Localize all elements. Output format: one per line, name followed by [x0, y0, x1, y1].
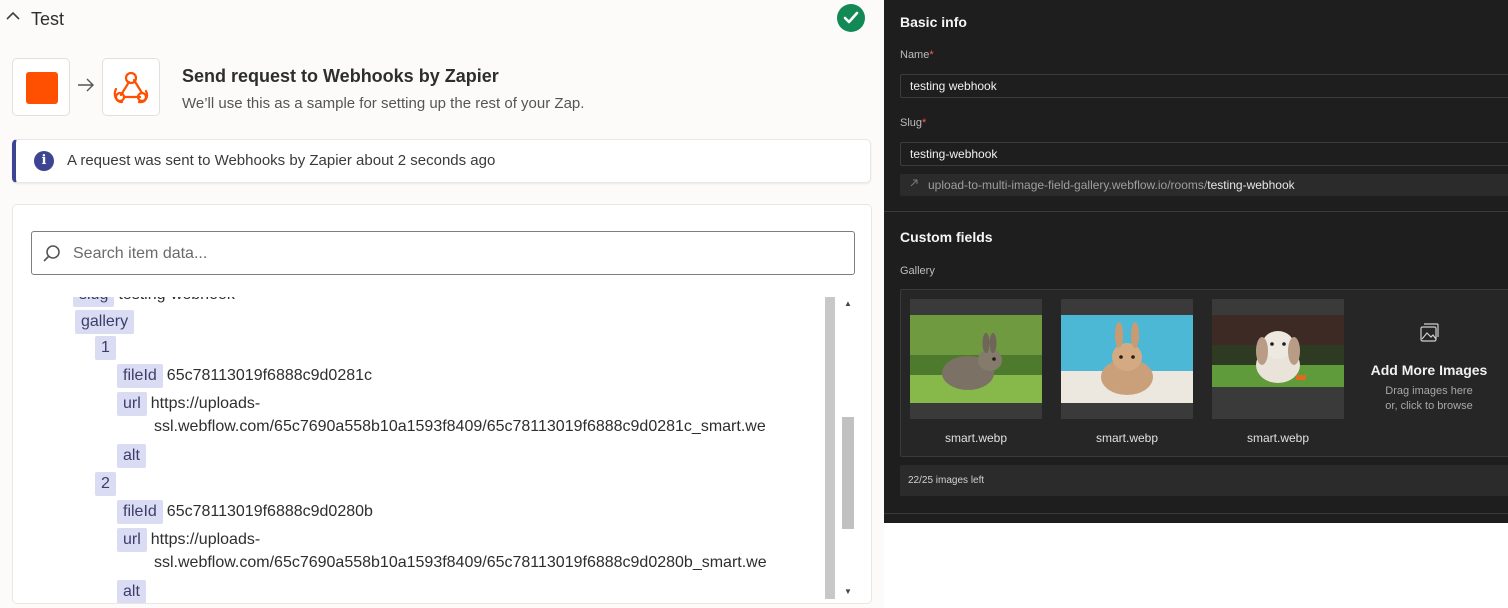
scroll-up-arrow-icon[interactable]: ▲ [844, 299, 852, 308]
tree-row-gallery[interactable]: gallery [75, 310, 138, 334]
tree-value: testing-webhook [118, 297, 235, 303]
add-more-hint-line2: or, click to browse [1385, 400, 1473, 412]
image-upload-icon [1420, 323, 1439, 342]
name-label-text: Name [900, 49, 930, 61]
step-subtitle: We’ll use this as a sample for setting u… [182, 95, 585, 112]
slug-label-text: Slug [900, 117, 923, 129]
tree-key: gallery [75, 310, 135, 334]
search-icon [42, 244, 62, 269]
section-title: Test [31, 9, 65, 29]
section-divider [884, 211, 1508, 212]
item-url-preview[interactable]: upload-to-multi-image-field-gallery.webf… [900, 174, 1508, 196]
tree-row-url[interactable]: url https://uploads- [117, 528, 260, 552]
tree-value: https://uploads- [150, 395, 261, 412]
tree-value-url-cont: ssl.webflow.com/65c7690a558b10a1593f8409… [154, 554, 767, 571]
gallery-image-caption: smart.webp [1095, 431, 1159, 445]
add-more-hint-line1: Drag images here [1385, 385, 1473, 397]
gallery-image-3[interactable] [1212, 299, 1344, 419]
scroll-down-arrow-icon[interactable]: ▼ [844, 587, 852, 596]
tree-key: fileId [117, 364, 163, 388]
tree-key: slug [73, 297, 115, 307]
scrollbar-thumb[interactable] [842, 417, 854, 529]
tree-row-alt[interactable]: alt [117, 444, 150, 468]
custom-fields-heading: Custom fields [900, 229, 993, 245]
tree-row-fileid[interactable]: fileId 65c78113019f6888c9d0281c [117, 364, 372, 388]
tree-row-gallery-2[interactable]: 2 [95, 472, 120, 496]
add-more-hint: Drag images here or, click to browse [1359, 384, 1499, 414]
tree-key: alt [117, 580, 146, 603]
gallery-image-1[interactable] [910, 299, 1042, 419]
success-check-icon [837, 4, 865, 32]
rabbit-photo-blue [1061, 315, 1193, 403]
webhook-icon [113, 71, 149, 104]
gallery-label: Gallery [900, 265, 935, 277]
tree-value: https://uploads- [150, 531, 261, 548]
info-icon: i [34, 151, 54, 171]
search-input[interactable] [71, 242, 835, 266]
tree-key: fileId [117, 500, 163, 524]
images-left-counter: 22/25 images left [900, 465, 1508, 496]
section-divider [884, 513, 1508, 514]
slug-label: Slug* [900, 117, 926, 129]
name-label: Name* [900, 49, 934, 61]
tree-key: url [117, 528, 147, 552]
request-sent-alert: i A request was sent to Webhooks by Zapi… [12, 139, 871, 183]
zapier-test-panel: Test Send request to Webhooks by Zapier … [0, 0, 884, 608]
scrollbar[interactable]: ▲ ▼ [825, 297, 855, 599]
step-title: Send request to Webhooks by Zapier [182, 66, 499, 86]
tree-row-gallery-1[interactable]: 1 [95, 336, 120, 360]
test-section-header[interactable]: Test [0, 0, 884, 40]
tree-value: 65c78113019f6888c9d0281c [166, 367, 373, 384]
tree-key: 1 [95, 336, 116, 360]
webhooks-app-icon [102, 58, 160, 116]
add-more-images-dropzone[interactable]: Add More Images Drag images here or, cli… [1359, 322, 1499, 414]
gallery-field[interactable]: smart.webp smart.webp smart.webp Add Mor… [900, 289, 1508, 457]
item-data-panel: slugtesting-webhook gallery 1 fileId65c7… [12, 204, 872, 604]
webflow-cms-item-panel: Basic info Name* testing webhook Slug* t… [884, 0, 1508, 523]
required-marker: * [929, 49, 934, 61]
rabbit-photo-grass [910, 315, 1042, 403]
url-slug: testing-webhook [1207, 178, 1295, 192]
scrollbar-track[interactable] [825, 297, 835, 599]
add-more-images-title: Add More Images [1370, 362, 1488, 378]
tree-value-url-cont: ssl.webflow.com/65c7690a558b10a1593f8409… [154, 418, 766, 435]
required-marker: * [922, 117, 927, 129]
trigger-app-icon [12, 58, 70, 116]
rabbit-photo-lop [1212, 315, 1344, 387]
url-prefix: upload-to-multi-image-field-gallery.webf… [928, 178, 1208, 192]
gallery-image-2[interactable] [1061, 299, 1193, 419]
tree-row-slug[interactable]: slugtesting-webhook [73, 297, 235, 307]
tree-value: 65c78113019f6888c9d0280b [166, 503, 373, 520]
tree-row-fileid[interactable]: fileId 65c78113019f6888c9d0280b [117, 500, 373, 524]
gallery-image-caption: smart.webp [1246, 431, 1310, 445]
gallery-image-caption: smart.webp [944, 431, 1008, 445]
arrow-right-icon [77, 76, 95, 97]
name-field[interactable]: testing webhook [900, 74, 1508, 98]
search-box[interactable] [31, 231, 855, 275]
basic-info-heading: Basic info [900, 14, 967, 30]
item-data-tree: slugtesting-webhook gallery 1 fileId65c7… [13, 297, 813, 603]
tree-row-alt[interactable]: alt [117, 580, 150, 603]
chevron-up-icon[interactable] [6, 8, 20, 26]
tree-key: url [117, 392, 147, 416]
link-icon [910, 174, 918, 196]
tree-row-url[interactable]: url https://uploads- [117, 392, 260, 416]
alert-message: A request was sent to Webhooks by Zapier… [67, 152, 496, 169]
tree-key: alt [117, 444, 146, 468]
tree-key: 2 [95, 472, 116, 496]
slug-field[interactable]: testing-webhook [900, 142, 1508, 166]
zapier-square-icon [26, 72, 58, 104]
